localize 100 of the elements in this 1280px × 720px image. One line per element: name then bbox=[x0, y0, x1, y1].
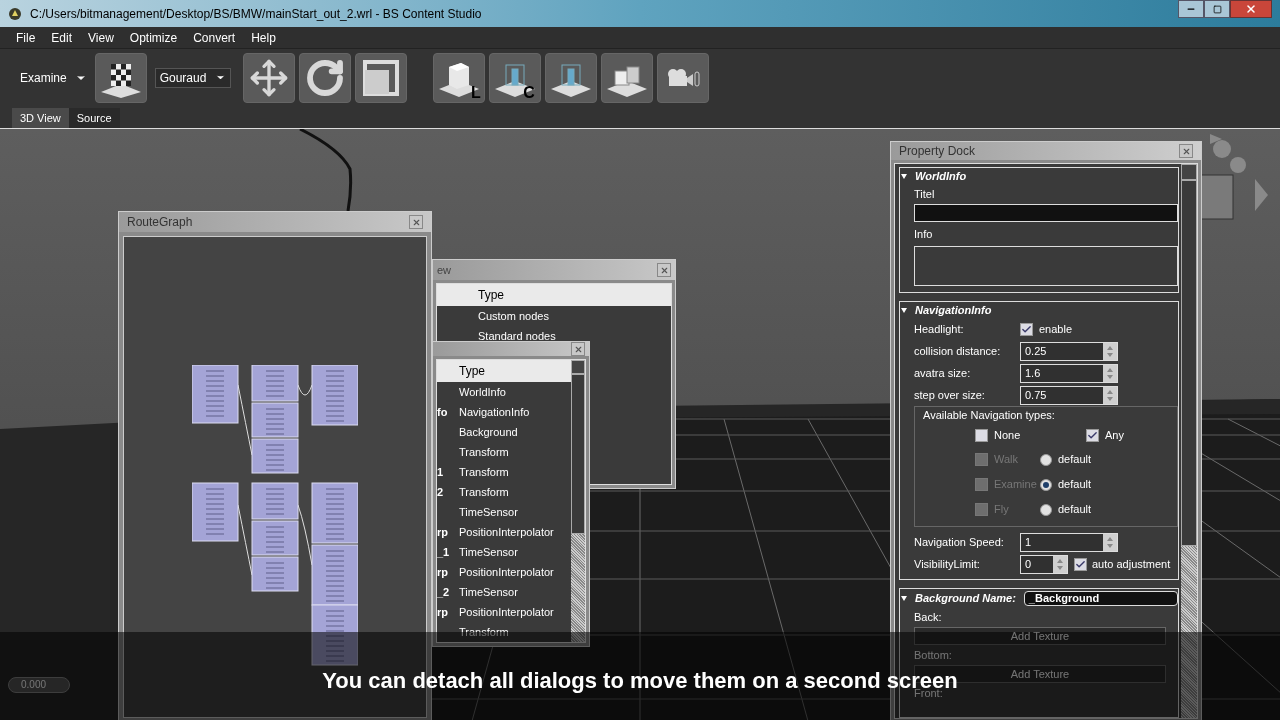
section-heading: NavigationInfo bbox=[915, 302, 992, 318]
number-field[interactable]: 0.75 bbox=[1020, 385, 1118, 405]
stepper-icon bbox=[1103, 364, 1117, 382]
checkbox-label: Examine bbox=[994, 477, 1038, 493]
view-tab[interactable]: 3D View bbox=[12, 108, 69, 128]
checkbox[interactable] bbox=[975, 428, 988, 442]
scrollbar[interactable] bbox=[1181, 164, 1197, 718]
menu-item[interactable]: Optimize bbox=[121, 28, 186, 47]
field-label: avatra size: bbox=[914, 365, 972, 381]
navigation-mode-dropdown[interactable]: Examine bbox=[20, 68, 91, 87]
view-tab[interactable]: Source bbox=[68, 108, 120, 128]
check-icon bbox=[1021, 323, 1032, 335]
texture-button[interactable] bbox=[94, 52, 147, 103]
close-button[interactable] bbox=[1230, 0, 1272, 18]
close-button[interactable] bbox=[1179, 144, 1193, 158]
radio-label: default bbox=[1058, 452, 1092, 468]
node-row[interactable]: Transform bbox=[437, 442, 571, 462]
close-button[interactable] bbox=[657, 263, 671, 277]
checkbox-label: None bbox=[994, 427, 1022, 443]
zoom-button[interactable] bbox=[354, 52, 407, 103]
checkbox-label: Fly bbox=[994, 502, 1010, 518]
rotate-icon bbox=[304, 57, 345, 98]
group-title: Available Navigation types: bbox=[922, 408, 1056, 423]
graph-node[interactable] bbox=[251, 402, 299, 438]
checkbox-label: auto adjustment bbox=[1092, 556, 1171, 572]
menu-item[interactable]: File bbox=[8, 28, 44, 47]
expand-icon[interactable] bbox=[901, 307, 907, 313]
graph-node[interactable] bbox=[251, 520, 299, 556]
graph-node[interactable] bbox=[251, 556, 299, 592]
graph-node[interactable] bbox=[192, 482, 239, 542]
minimize-button[interactable] bbox=[1178, 0, 1204, 18]
check-icon bbox=[1075, 558, 1086, 570]
square-frame-icon bbox=[360, 57, 401, 98]
graph-node[interactable] bbox=[311, 482, 358, 544]
status-field: 0.000 bbox=[8, 677, 70, 693]
connector-line bbox=[297, 384, 313, 396]
checkbox[interactable] bbox=[1086, 428, 1099, 442]
node-row[interactable]: _1 TimeSensor bbox=[437, 542, 571, 562]
expand-icon[interactable] bbox=[901, 595, 907, 601]
node-row[interactable]: TimeSensor bbox=[437, 502, 571, 522]
close-button[interactable] bbox=[571, 342, 585, 356]
maximize-button[interactable] bbox=[1204, 0, 1230, 18]
field-label: Bottom: bbox=[914, 648, 952, 663]
field-label: Titel bbox=[913, 187, 936, 202]
radio-label: default bbox=[1058, 502, 1092, 518]
number-field[interactable]: 0.25 bbox=[1020, 341, 1118, 361]
menu-item[interactable]: Convert bbox=[185, 28, 244, 47]
menu-item[interactable]: View bbox=[80, 28, 122, 47]
camera-button[interactable] bbox=[656, 52, 709, 103]
shading-dropdown[interactable]: Gouraud bbox=[154, 67, 231, 88]
name-field[interactable]: _Background bbox=[1023, 590, 1178, 606]
node-row[interactable]: rp PositionInterpolator bbox=[437, 602, 571, 622]
maximize-icon bbox=[1212, 4, 1222, 14]
graph-node[interactable] bbox=[311, 544, 358, 606]
menu-item[interactable]: Edit bbox=[43, 28, 81, 47]
node-row[interactable]: Transform bbox=[437, 622, 571, 642]
scrollbar[interactable] bbox=[571, 360, 585, 642]
column-header: Type bbox=[437, 284, 671, 306]
window-title: RouteGraph bbox=[127, 214, 193, 231]
tree-item[interactable]: Custom nodes bbox=[478, 306, 549, 326]
graph-node[interactable] bbox=[311, 365, 358, 426]
number-field[interactable]: 0 bbox=[1020, 554, 1068, 574]
expand-icon[interactable] bbox=[901, 173, 907, 179]
check-icon bbox=[1087, 429, 1098, 441]
move-button[interactable] bbox=[242, 52, 295, 103]
add-texture-button[interactable]: Add Texture bbox=[914, 627, 1166, 645]
node-row[interactable]: 1 Transform bbox=[437, 462, 571, 482]
checkbox-label: enable bbox=[1039, 321, 1073, 337]
field-label: VisibilityLimit: bbox=[914, 556, 981, 572]
info-field[interactable] bbox=[914, 246, 1178, 286]
field-label: Headlight: bbox=[914, 321, 965, 337]
graph-node[interactable] bbox=[251, 482, 299, 520]
view-button[interactable] bbox=[544, 52, 597, 103]
graph-node[interactable] bbox=[311, 604, 358, 666]
node-row[interactable]: _2 TimeSensor bbox=[437, 582, 571, 602]
rotate-button[interactable] bbox=[298, 52, 351, 103]
node-row[interactable]: fo NavigationInfo bbox=[437, 402, 571, 422]
graph-node[interactable] bbox=[251, 438, 299, 474]
app-icon bbox=[8, 6, 22, 21]
field-label: collision distance: bbox=[914, 343, 1002, 359]
node-row[interactable]: 2 Transform bbox=[437, 482, 571, 502]
node-row[interactable]: Background bbox=[437, 422, 571, 442]
graph-node[interactable] bbox=[192, 365, 239, 424]
field-label: Info bbox=[913, 227, 934, 242]
menu-item[interactable]: Help bbox=[243, 28, 284, 47]
section-heading: WorldInfo bbox=[915, 168, 967, 184]
node-row[interactable]: rp PositionInterpolator bbox=[437, 522, 571, 542]
number-field[interactable]: 1 bbox=[1020, 532, 1118, 552]
close-button[interactable] bbox=[409, 215, 423, 229]
move-icon bbox=[248, 57, 289, 98]
node-row[interactable]: WorldInfo bbox=[437, 382, 571, 402]
node-row[interactable]: rp PositionInterpolator bbox=[437, 562, 571, 582]
view-button[interactable] bbox=[600, 52, 653, 103]
close-icon bbox=[1245, 3, 1257, 15]
number-field[interactable]: 1.6 bbox=[1020, 363, 1118, 383]
graph-node[interactable] bbox=[251, 365, 299, 402]
checkbox[interactable] bbox=[1020, 322, 1033, 336]
window-title: C:/Users/bitmanagement/Desktop/BS/BMW/mainStart_out_2.wrl - BS Content Studio bbox=[30, 5, 483, 23]
checkbox[interactable] bbox=[1074, 557, 1087, 571]
title-field[interactable] bbox=[914, 204, 1178, 222]
